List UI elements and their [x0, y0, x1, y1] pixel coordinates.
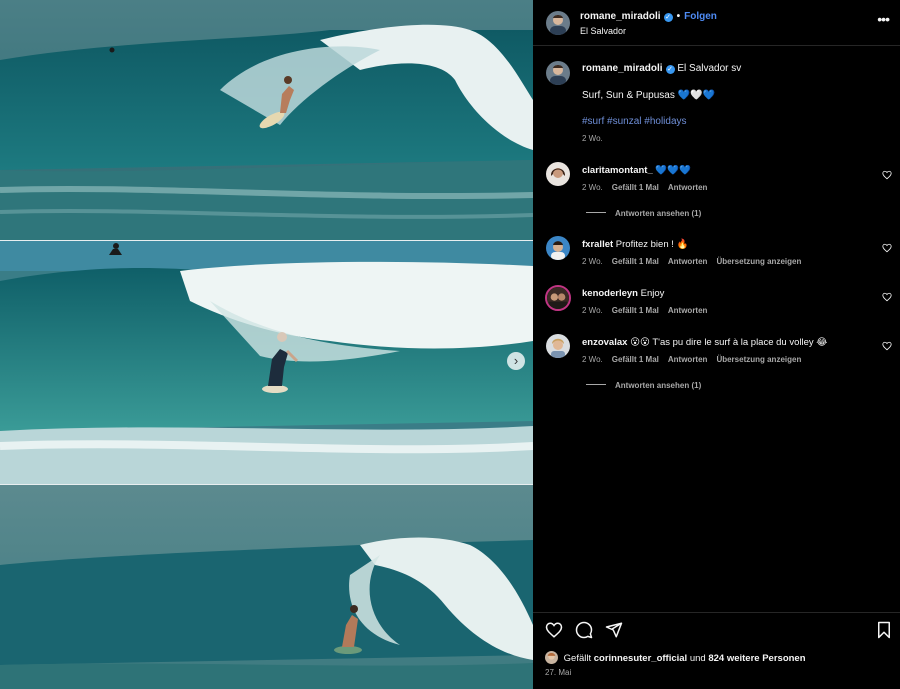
surf-photo-1 [0, 0, 533, 240]
comment-text: Enjoy [640, 288, 665, 299]
comment-body: claritamontant_ 💙💙💙 [582, 165, 691, 176]
post-date[interactable]: 27. Mai [545, 668, 571, 677]
like-comment-heart-icon[interactable] [882, 170, 892, 180]
author-avatar[interactable] [546, 11, 570, 35]
heart-icon[interactable] [545, 621, 563, 639]
author-line: romane_miradoli ✓ • Folgen [580, 11, 717, 22]
caption-avatar[interactable] [546, 61, 570, 85]
translate-button[interactable]: Übersetzung anzeigen [716, 257, 801, 266]
comment-meta: 2 Wo. Gefällt 1 Mal Antworten [582, 306, 716, 315]
commenter-avatar[interactable] [546, 162, 570, 186]
caption-username[interactable]: romane_miradoli [582, 63, 663, 74]
comment-username[interactable]: fxrallet [582, 239, 613, 250]
view-replies-label: Antworten ansehen (1) [615, 209, 702, 218]
liker-username[interactable]: corinnesuter_official [594, 653, 687, 664]
post-actions [533, 612, 900, 642]
view-replies-label: Antworten ansehen (1) [615, 381, 702, 390]
comment-likes[interactable]: Gefällt 1 Mal [612, 355, 659, 364]
comment-icon[interactable] [575, 621, 593, 639]
author-username[interactable]: romane_miradoli [580, 11, 661, 22]
caption-location: El Salvador sv [677, 63, 742, 74]
next-photo-button[interactable]: › [507, 352, 525, 370]
view-replies-button[interactable]: Antworten ansehen (1) [586, 381, 701, 390]
more-options-icon[interactable]: ••• [877, 11, 890, 27]
comment-body: kenoderleyn Enjoy [582, 288, 664, 299]
likes-summary[interactable]: Gefällt corinnesuter_official und 824 we… [545, 651, 806, 664]
comment-meta: 2 Wo. Gefällt 1 Mal Antworten Übersetzung a… [582, 355, 810, 364]
hashtag-link[interactable]: #surf [582, 116, 604, 127]
surf-photo-3 [0, 485, 533, 689]
caption-text: Surf, Sun & Pupusas 💙🤍💙 [582, 90, 715, 101]
comment-username[interactable]: kenoderleyn [582, 288, 638, 299]
reply-button[interactable]: Antworten [668, 306, 708, 315]
likes-prefix: Gefällt [563, 653, 592, 664]
share-icon[interactable] [605, 621, 623, 639]
separator-dot: • [676, 11, 681, 22]
view-replies-button[interactable]: Antworten ansehen (1) [586, 209, 701, 218]
comment-time[interactable]: 2 Wo. [582, 306, 603, 315]
comment-time[interactable]: 2 Wo. [582, 183, 603, 192]
replies-line [586, 212, 606, 213]
comment-text: 😮😮 T'as pu dire le surf à la place du vo… [630, 337, 828, 348]
caption-header: romane_miradoli ✓ El Salvador sv [582, 63, 741, 74]
verified-badge-icon: ✓ [665, 65, 675, 74]
caption-hashtags: #surf #sunzal #holidays [582, 116, 687, 127]
post-location[interactable]: El Salvador [580, 26, 626, 36]
reply-button[interactable]: Antworten [668, 183, 708, 192]
comment-likes[interactable]: Gefällt 1 Mal [612, 183, 659, 192]
like-comment-heart-icon[interactable] [882, 341, 892, 351]
hashtag-link[interactable]: #sunzal [607, 116, 641, 127]
translate-button[interactable]: Übersetzung anzeigen [716, 355, 801, 364]
comment-text: Profitez bien ! 🔥 [615, 239, 689, 250]
likes-middle: und [689, 653, 706, 664]
hashtag-link[interactable]: #holidays [644, 116, 686, 127]
commenter-avatar[interactable] [546, 334, 570, 358]
reply-button[interactable]: Antworten [668, 355, 708, 364]
post-media[interactable]: › [0, 0, 533, 689]
follow-button[interactable]: Folgen [684, 11, 717, 22]
bookmark-icon[interactable] [875, 621, 893, 639]
comment-text: 💙💙💙 [655, 165, 691, 176]
comment-username[interactable]: enzovalax [582, 337, 627, 348]
commenter-avatar[interactable] [546, 236, 570, 260]
verified-badge-icon: ✓ [663, 13, 673, 22]
like-comment-heart-icon[interactable] [882, 243, 892, 253]
comment-meta: 2 Wo. Gefällt 1 Mal Antworten Übersetzung a… [582, 257, 810, 266]
comment-time[interactable]: 2 Wo. [582, 355, 603, 364]
replies-line [586, 384, 606, 385]
comment-likes[interactable]: Gefällt 1 Mal [612, 306, 659, 315]
surf-photo-2 [0, 241, 533, 484]
comment-body: fxrallet Profitez bien ! 🔥 [582, 239, 688, 250]
comment-likes[interactable]: Gefällt 1 Mal [612, 257, 659, 266]
caption-timestamp[interactable]: 2 Wo. [582, 134, 603, 143]
comment-meta: 2 Wo. Gefällt 1 Mal Antworten [582, 183, 716, 192]
comment-time[interactable]: 2 Wo. [582, 257, 603, 266]
likes-count[interactable]: 824 weitere Personen [708, 653, 805, 664]
liker-avatar [545, 651, 558, 664]
post-sidebar: romane_miradoli ✓ • Folgen El Salvador ••• … [533, 0, 900, 689]
post-header: romane_miradoli ✓ • Folgen El Salvador ••• [533, 0, 900, 46]
reply-button[interactable]: Antworten [668, 257, 708, 266]
comment-username[interactable]: claritamontant_ [582, 165, 653, 176]
like-comment-heart-icon[interactable] [882, 292, 892, 302]
commenter-avatar-story[interactable] [545, 285, 571, 311]
comment-body: enzovalax 😮😮 T'as pu dire le surf à la p… [582, 337, 827, 348]
